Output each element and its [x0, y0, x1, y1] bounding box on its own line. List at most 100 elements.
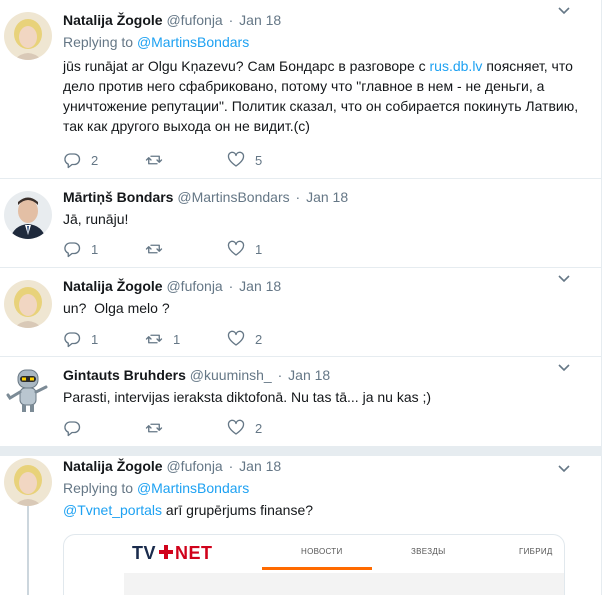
reply-button[interactable]	[63, 419, 145, 437]
timestamp[interactable]: Jan 18	[239, 278, 281, 294]
user-handle[interactable]: @fufonja	[166, 458, 222, 474]
tweet-text: un? Olga melo ?	[63, 300, 170, 316]
like-button[interactable]: 5	[227, 151, 309, 169]
like-button[interactable]: 2	[227, 330, 309, 348]
avatar[interactable]	[4, 367, 52, 415]
svg-text:TV: TV	[132, 543, 156, 563]
retweet-button[interactable]	[145, 151, 227, 169]
separator-dot: ·	[277, 367, 283, 383]
site-logo: TV NET	[132, 543, 228, 568]
chevron-down-icon[interactable]	[557, 272, 571, 286]
active-nav-underline	[262, 567, 372, 570]
replying-to-link[interactable]: @MartinsBondars	[137, 480, 249, 496]
tweet-header: Natalija Žogole @fufonja · Jan 18	[63, 276, 587, 296]
tweet-3[interactable]: Natalija Žogole @fufonja · Jan 18 un? Ol…	[0, 268, 601, 356]
tweet-actions: 1 1 2	[63, 329, 309, 349]
card-image-strip	[124, 573, 564, 595]
retweet-button[interactable]	[145, 240, 227, 258]
separator-dot: ·	[228, 278, 234, 294]
avatar[interactable]	[4, 191, 52, 239]
heart-icon	[227, 330, 245, 346]
replying-to-link[interactable]: @MartinsBondars	[137, 34, 249, 50]
card-nav-item: НОВОСТИ	[301, 547, 343, 556]
tweet-text: Parasti, intervijas ieraksta diktofonā. …	[63, 389, 432, 405]
reply-icon	[64, 242, 81, 258]
timestamp[interactable]: Jan 18	[306, 189, 348, 205]
heart-icon	[227, 151, 245, 167]
reply-icon	[64, 153, 81, 169]
reply-button[interactable]: 1	[63, 240, 145, 258]
retweet-count: 1	[173, 331, 181, 347]
reply-count: 1	[91, 331, 99, 347]
tweet-header: Natalija Žogole @fufonja · Jan 18	[63, 456, 587, 476]
reply-button[interactable]: 2	[63, 151, 145, 169]
tweet-actions: 1 1	[63, 239, 309, 259]
tweet-header: Natalija Žogole @fufonja · Jan 18	[63, 10, 587, 30]
reply-button[interactable]: 1	[63, 330, 145, 348]
retweet-button[interactable]	[145, 419, 227, 437]
tweet-header: Mārtiņš Bondars @MartinsBondars · Jan 18	[63, 187, 587, 207]
reply-count: 1	[91, 241, 99, 257]
user-handle[interactable]: @fufonja	[166, 12, 222, 28]
tweet-text: jūs runājat ar Olgu Kņazevu? Сам Бондарс…	[63, 56, 587, 136]
display-name[interactable]: Natalija Žogole	[63, 278, 163, 294]
separator-dot: ·	[228, 458, 234, 474]
retweet-icon	[145, 423, 163, 433]
thread-gap	[0, 446, 601, 456]
display-name[interactable]: Gintauts Bruhders	[63, 367, 186, 383]
replying-label: Replying to	[63, 480, 134, 496]
link-preview-card[interactable]: TV NET НОВОСТИ ЗВЕЗДЫ ГИБРИД	[63, 534, 565, 595]
user-handle[interactable]: @kuuminsh_	[190, 367, 272, 383]
reply-icon	[64, 421, 81, 437]
card-nav-item: ЗВЕЗДЫ	[411, 547, 446, 556]
chevron-down-icon[interactable]	[557, 361, 571, 375]
reply-icon	[64, 332, 81, 348]
replying-to: Replying to @MartinsBondars	[63, 32, 587, 52]
like-count: 2	[255, 331, 263, 347]
thread-line	[27, 506, 29, 595]
avatar[interactable]	[4, 280, 52, 328]
avatar[interactable]	[4, 12, 52, 60]
tweet-header: Gintauts Bruhders @kuuminsh_ · Jan 18	[63, 365, 587, 385]
tweet-actions: 2	[63, 418, 309, 438]
chevron-down-icon[interactable]	[557, 4, 571, 18]
tweet-2[interactable]: Mārtiņš Bondars @MartinsBondars · Jan 18…	[0, 179, 601, 267]
retweet-button[interactable]: 1	[145, 330, 227, 348]
card-nav-item: ГИБРИД	[519, 547, 553, 556]
tweet-text: Jā, runāju!	[63, 211, 129, 227]
like-count: 5	[255, 152, 263, 168]
like-button[interactable]: 1	[227, 240, 309, 258]
reply-thread: Natalija Žogole @fufonja · Jan 18 Replyi…	[0, 0, 602, 595]
user-handle[interactable]: @MartinsBondars	[177, 189, 289, 205]
heart-icon	[227, 419, 245, 435]
display-name[interactable]: Mārtiņš Bondars	[63, 189, 173, 205]
tweet-text-part: arī grupērjums finanse?	[162, 502, 314, 518]
retweet-icon	[145, 155, 163, 165]
tweet-4[interactable]: Gintauts Bruhders @kuuminsh_ · Jan 18 Pa…	[0, 357, 601, 446]
timestamp[interactable]: Jan 18	[239, 458, 281, 474]
timestamp[interactable]: Jan 18	[288, 367, 330, 383]
replying-label: Replying to	[63, 34, 134, 50]
reply-count: 2	[91, 152, 99, 168]
timestamp[interactable]: Jan 18	[239, 12, 281, 28]
display-name[interactable]: Natalija Žogole	[63, 458, 163, 474]
tweet-text: @Tvnet_portals arī grupērjums finanse?	[63, 500, 587, 520]
retweet-icon	[145, 244, 163, 254]
user-handle[interactable]: @fufonja	[166, 278, 222, 294]
like-button[interactable]: 2	[227, 419, 309, 437]
avatar[interactable]	[4, 458, 52, 506]
like-count: 1	[255, 241, 263, 257]
tweet-text-part: jūs runājat ar Olgu Kņazevu? Сам Бондарс…	[63, 58, 430, 74]
chevron-down-icon[interactable]	[557, 462, 571, 476]
display-name[interactable]: Natalija Žogole	[63, 12, 163, 28]
separator-dot: ·	[228, 12, 234, 28]
heart-icon	[227, 240, 245, 256]
tweet-link[interactable]: rus.db.lv	[430, 58, 483, 74]
retweet-icon	[145, 334, 163, 344]
tvnet-logo-icon: TV NET	[132, 543, 213, 563]
tweet-1[interactable]: Natalija Žogole @fufonja · Jan 18 Replyi…	[0, 0, 601, 178]
like-count: 2	[255, 420, 263, 436]
separator-dot: ·	[295, 189, 301, 205]
svg-text:NET: NET	[175, 543, 213, 563]
mention-link[interactable]: @Tvnet_portals	[63, 502, 162, 518]
